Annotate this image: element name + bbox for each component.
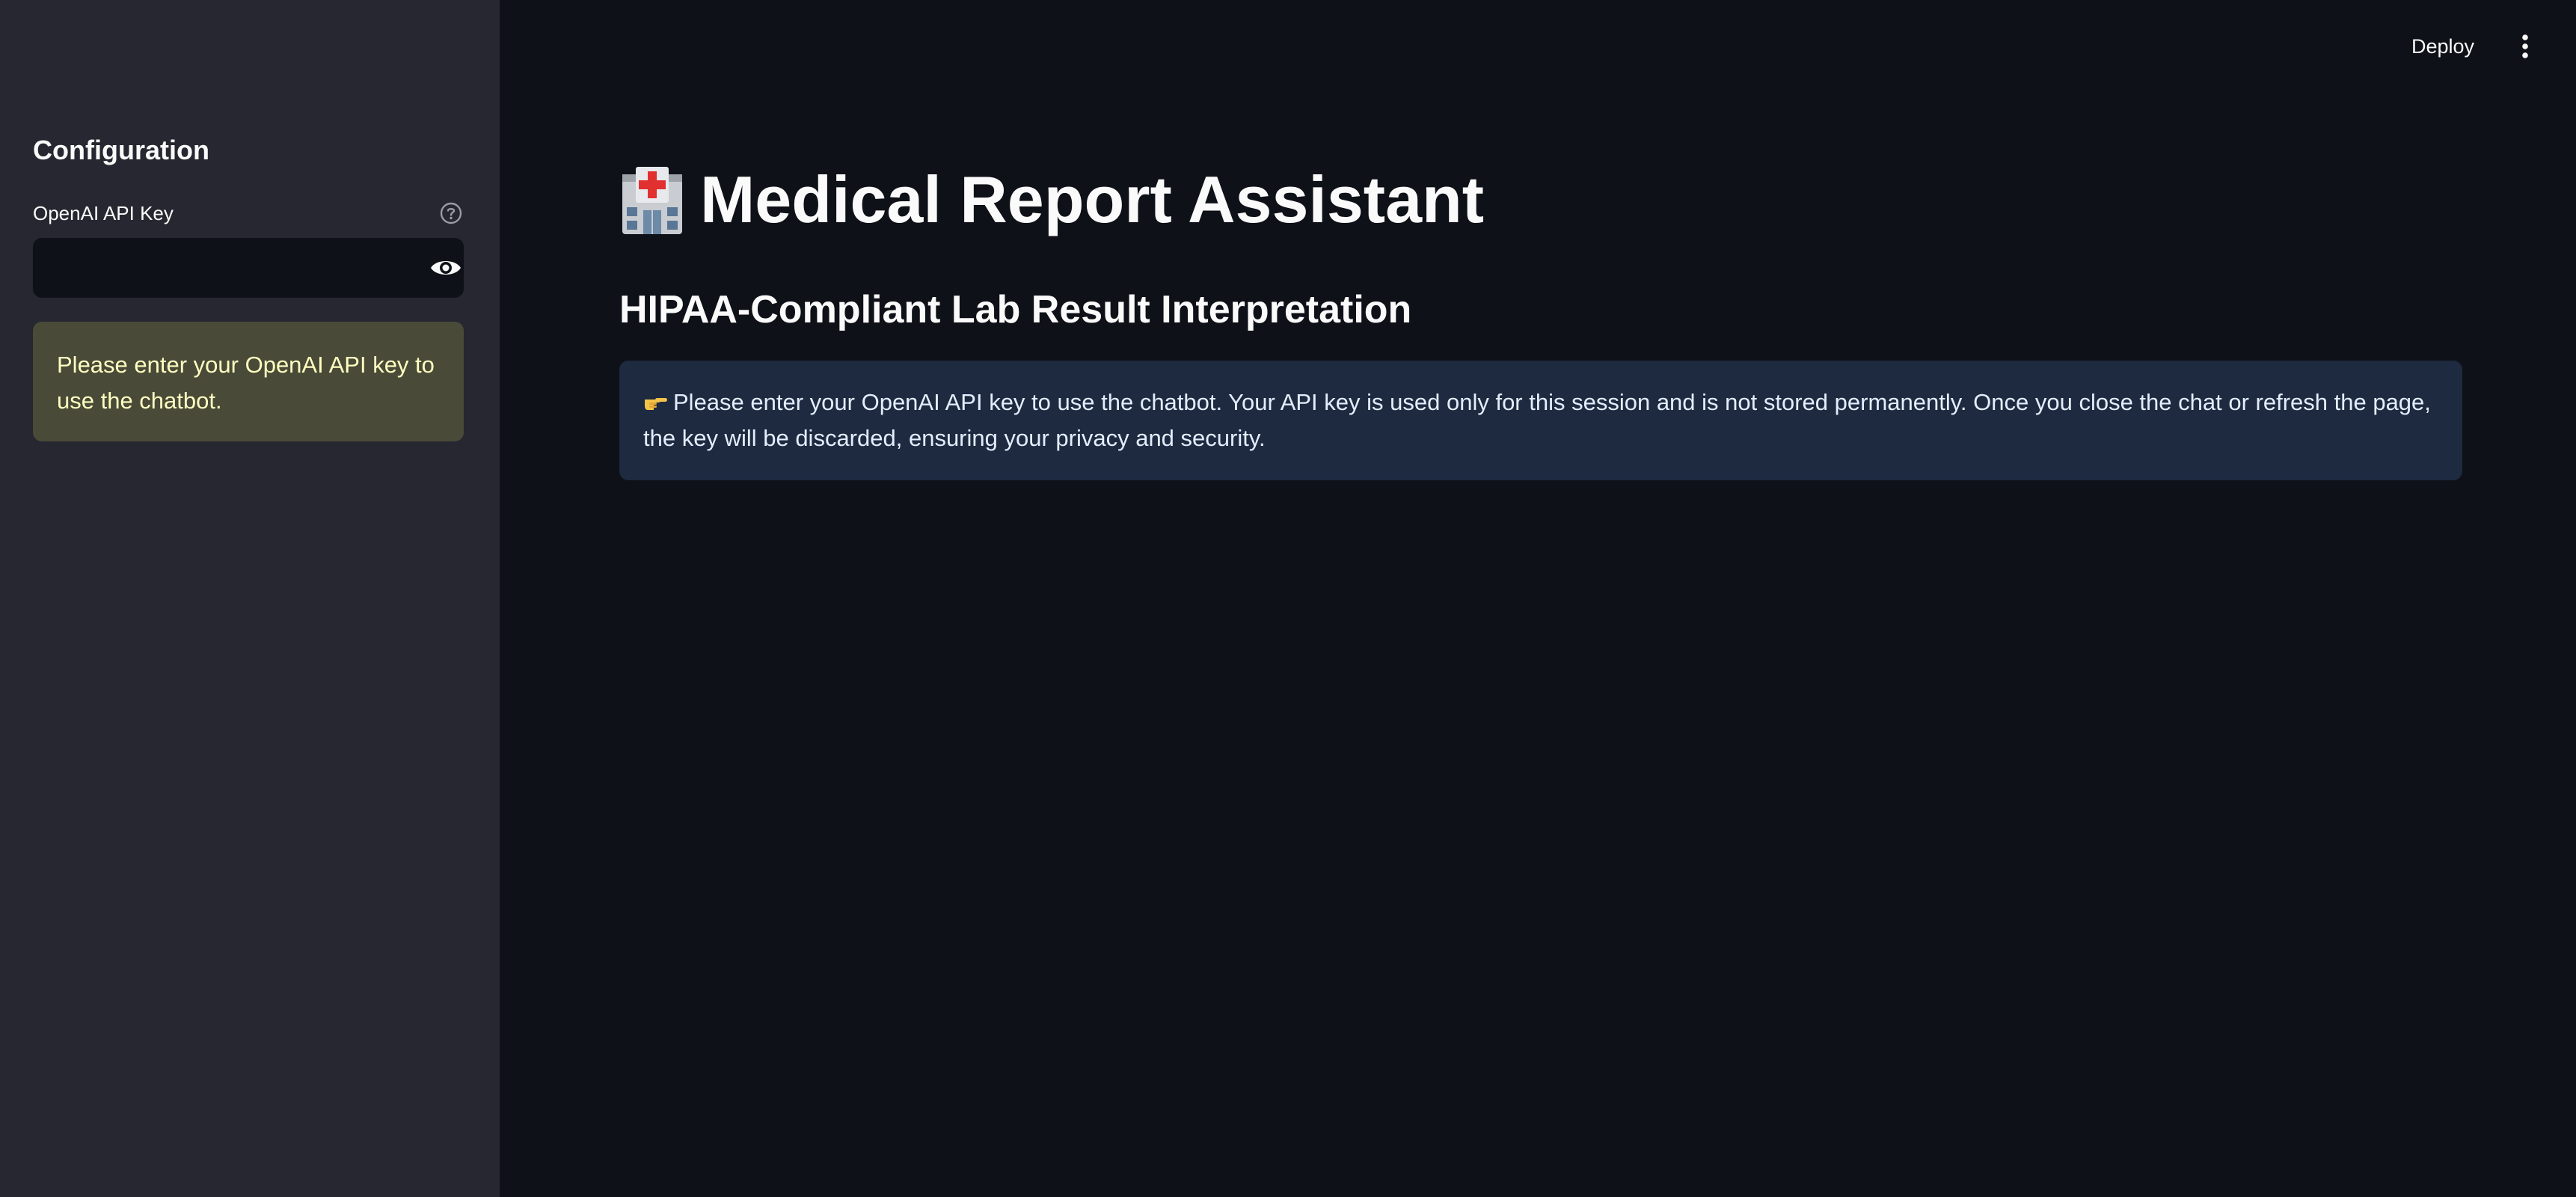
page-subtitle: HIPAA-Compliant Lab Result Interpretatio… bbox=[619, 288, 1412, 331]
info-message-text: Please enter your OpenAI API key to use … bbox=[643, 389, 2431, 451]
vertical-ellipsis-icon[interactable] bbox=[2512, 31, 2539, 61]
pointing-hand-icon bbox=[645, 398, 667, 410]
app-window: Configuration OpenAI API Key Please ente… bbox=[0, 0, 2576, 1197]
hospital-icon bbox=[622, 167, 682, 234]
api-key-label: OpenAI API Key bbox=[33, 202, 174, 224]
info-message: Please enter your OpenAI API key to use … bbox=[619, 361, 2462, 480]
question-circle-icon[interactable] bbox=[439, 201, 463, 225]
sidebar: Configuration OpenAI API Key Please ente… bbox=[0, 0, 500, 1197]
deploy-button[interactable]: Deploy bbox=[2401, 30, 2485, 63]
api-key-input[interactable] bbox=[33, 238, 407, 298]
sidebar-title: Configuration bbox=[33, 135, 209, 165]
page-title-text: Medical Report Assistant bbox=[700, 162, 1485, 236]
api-key-warning: Please enter your OpenAI API key to use … bbox=[33, 322, 464, 441]
api-key-input-container bbox=[33, 238, 464, 298]
page-title: Medical Report Assistant bbox=[619, 162, 1484, 238]
eye-icon[interactable] bbox=[429, 254, 462, 281]
